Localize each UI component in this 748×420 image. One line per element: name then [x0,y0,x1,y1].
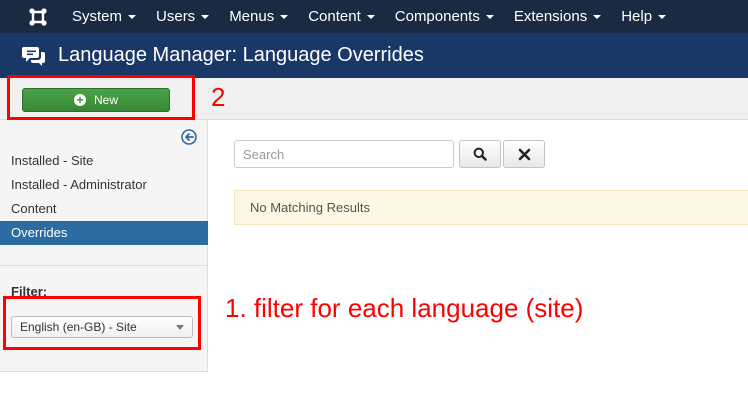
menu-menus[interactable]: Menus [219,0,298,33]
search-icon [473,147,487,161]
alert-text: No Matching Results [250,200,370,215]
sidebar-nav: Installed - Site Installed - Administrat… [0,149,208,245]
caret-down-icon [658,15,667,19]
caret-down-icon [201,15,210,19]
search-button[interactable] [459,140,501,168]
joomla-logo-icon[interactable] [26,5,50,29]
page-header: Language Manager: Language Overrides [0,33,748,78]
sidebar-item-content[interactable]: Content [0,197,208,221]
menu-content[interactable]: Content [298,0,385,33]
arrow-left-circle-icon[interactable] [181,129,197,145]
clear-search-button[interactable] [503,140,545,168]
no-results-alert: No Matching Results [234,190,748,225]
search-input[interactable] [234,140,454,168]
menu-label: Components [394,8,480,25]
menu-components[interactable]: Components [385,0,504,33]
sidebar-item-installed-site[interactable]: Installed - Site [0,149,208,173]
close-icon [518,148,530,160]
menu-help[interactable]: Help [611,0,676,33]
menu-system[interactable]: System [62,0,146,33]
menu-label: System [72,8,123,25]
top-menu-bar: System Users Menus Content Components Ex… [0,0,748,33]
menu-label: Menus [229,8,275,25]
menu-users[interactable]: Users [146,0,219,33]
sidebar-item-installed-administrator[interactable]: Installed - Administrator [0,173,208,197]
sidebar-item-overrides[interactable]: Overrides [0,221,208,245]
caret-down-icon [593,15,602,19]
annotation-box-new [7,75,195,120]
annotation-label-new: 2 [211,82,226,112]
menu-label: Content [308,8,361,25]
sidebar-divider [0,265,208,266]
comments-icon [22,46,45,66]
menu-label: Extensions [513,8,588,25]
page-title: Language Manager: Language Overrides [58,44,424,66]
menu-label: Help [621,8,653,25]
menu-extensions[interactable]: Extensions [504,0,611,33]
caret-down-icon [366,15,375,19]
caret-down-icon [128,15,137,19]
annotation-label-filter: 1. filter for each language (site) [225,293,584,323]
annotation-box-filter [3,296,201,350]
menu-label: Users [156,8,196,25]
caret-down-icon [485,15,494,19]
caret-down-icon [280,15,289,19]
